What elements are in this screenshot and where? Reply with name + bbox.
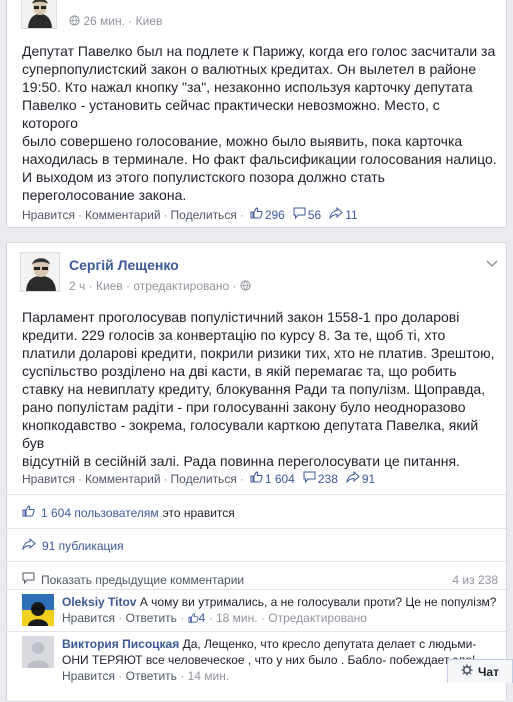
- shares-summary: 91 публикация: [22, 537, 124, 553]
- author-name[interactable]: Сергій Лещенко: [69, 257, 179, 273]
- comment-link[interactable]: Комментарий: [85, 208, 161, 222]
- divider: [7, 631, 506, 632]
- divider: [7, 589, 506, 590]
- edited-link[interactable]: отредактировано: [133, 279, 229, 293]
- author-avatar[interactable]: [20, 252, 60, 292]
- post-location[interactable]: Киев: [136, 14, 163, 28]
- comment-reply-link[interactable]: Ответить: [126, 611, 177, 625]
- thumbs-up-icon: [250, 471, 263, 486]
- post-meta: 2 ч · Киев · отредактировано ·: [69, 279, 251, 294]
- comment-bubble-icon: [293, 207, 306, 222]
- commenter-avatar[interactable]: [22, 594, 54, 626]
- post-location[interactable]: Киев: [96, 279, 123, 293]
- divider: [7, 561, 506, 562]
- commenter-avatar[interactable]: [22, 636, 54, 668]
- comment-link[interactable]: Комментарий: [85, 472, 161, 486]
- share-arrow-icon: [329, 206, 343, 222]
- comment-like-link[interactable]: Нравится: [62, 611, 115, 625]
- previous-comments: Показать предыдущие комментарии 4 из 238: [22, 572, 498, 587]
- share-arrow-icon: [22, 537, 36, 553]
- comment-time[interactable]: 14 мин.: [188, 669, 230, 683]
- post-body: Депутат Павелко был на подлете к Парижу,…: [22, 43, 497, 203]
- chat-label: Чат: [478, 664, 499, 679]
- comment-time[interactable]: 18 мин.: [216, 611, 258, 625]
- post-card-1: 26 мин. · Киев Депутат Павелко был на по…: [6, 0, 507, 228]
- comment-reply-link[interactable]: Ответить: [126, 669, 177, 683]
- post-body: Парламент проголосував популістичний зак…: [22, 309, 495, 469]
- commenter-name[interactable]: Виктория Писоцкая: [62, 637, 179, 651]
- thumbs-up-icon: [22, 505, 35, 520]
- post-card-2: Сергій Лещенко 2 ч · Киев · отредактиров…: [6, 242, 507, 702]
- share-count[interactable]: 91: [346, 470, 375, 486]
- post-time[interactable]: 26 мин.: [83, 14, 125, 28]
- comment-bubble-icon: [22, 572, 35, 587]
- comment-like-link[interactable]: Нравится: [62, 669, 115, 683]
- thumbs-up-icon: [188, 611, 199, 627]
- comment-text: Да, Лещенко, что кресло депутата делает …: [182, 637, 477, 651]
- post-time[interactable]: 2 ч: [69, 279, 85, 293]
- thumbs-up-icon: [250, 207, 263, 222]
- divider: [7, 528, 506, 529]
- share-link[interactable]: Поделиться: [171, 472, 237, 486]
- post-menu-chevron-icon[interactable]: [486, 255, 498, 273]
- post-meta: 26 мин. · Киев: [69, 14, 162, 29]
- likers-link[interactable]: 1 604 пользователям: [41, 506, 159, 520]
- comment-count[interactable]: 238: [303, 471, 338, 486]
- commenter-name[interactable]: Oleksiy Titov: [62, 595, 136, 609]
- share-link[interactable]: Поделиться: [171, 208, 237, 222]
- globe-icon: [69, 15, 80, 29]
- comment-bubble-icon: [303, 471, 316, 486]
- comment-text: ОНИ ТЕРЯЮТ все человеческое , что у них …: [62, 653, 476, 667]
- likes-summary: 1 604 пользователям это нравится: [22, 505, 235, 520]
- share-count[interactable]: 11: [329, 206, 358, 222]
- shares-link[interactable]: 91 публикация: [42, 539, 124, 553]
- comments-pager: 4 из 238: [452, 572, 498, 587]
- like-link[interactable]: Нравится: [22, 208, 75, 222]
- comment-like-count[interactable]: 4: [188, 611, 205, 627]
- comment-meta: Нравится · Ответить · 14 мин.: [62, 669, 230, 683]
- like-count[interactable]: 1 604: [250, 471, 295, 486]
- comment-text: А чому ви утримались, а не голосували пр…: [139, 595, 497, 609]
- settings-gear-icon[interactable]: [461, 664, 473, 679]
- show-previous-comments-link[interactable]: Показать предыдущие комментарии: [41, 573, 244, 587]
- chat-bar[interactable]: Чат: [447, 659, 513, 683]
- like-link[interactable]: Нравится: [22, 472, 75, 486]
- post-actions: Нравится · Комментарий · Поделиться · 29…: [22, 206, 358, 222]
- comment-edited[interactable]: Отредактировано: [268, 611, 367, 625]
- globe-icon: [240, 280, 251, 294]
- share-arrow-icon: [346, 470, 360, 486]
- comment-count[interactable]: 56: [293, 207, 321, 222]
- like-count[interactable]: 296: [250, 207, 285, 222]
- author-avatar[interactable]: [21, 0, 57, 29]
- divider: [7, 494, 506, 495]
- comment-meta: Нравится · Ответить · 4 · 18 мин. · Отре…: [62, 611, 367, 627]
- post-actions: Нравится · Комментарий · Поделиться · 1 …: [22, 470, 376, 486]
